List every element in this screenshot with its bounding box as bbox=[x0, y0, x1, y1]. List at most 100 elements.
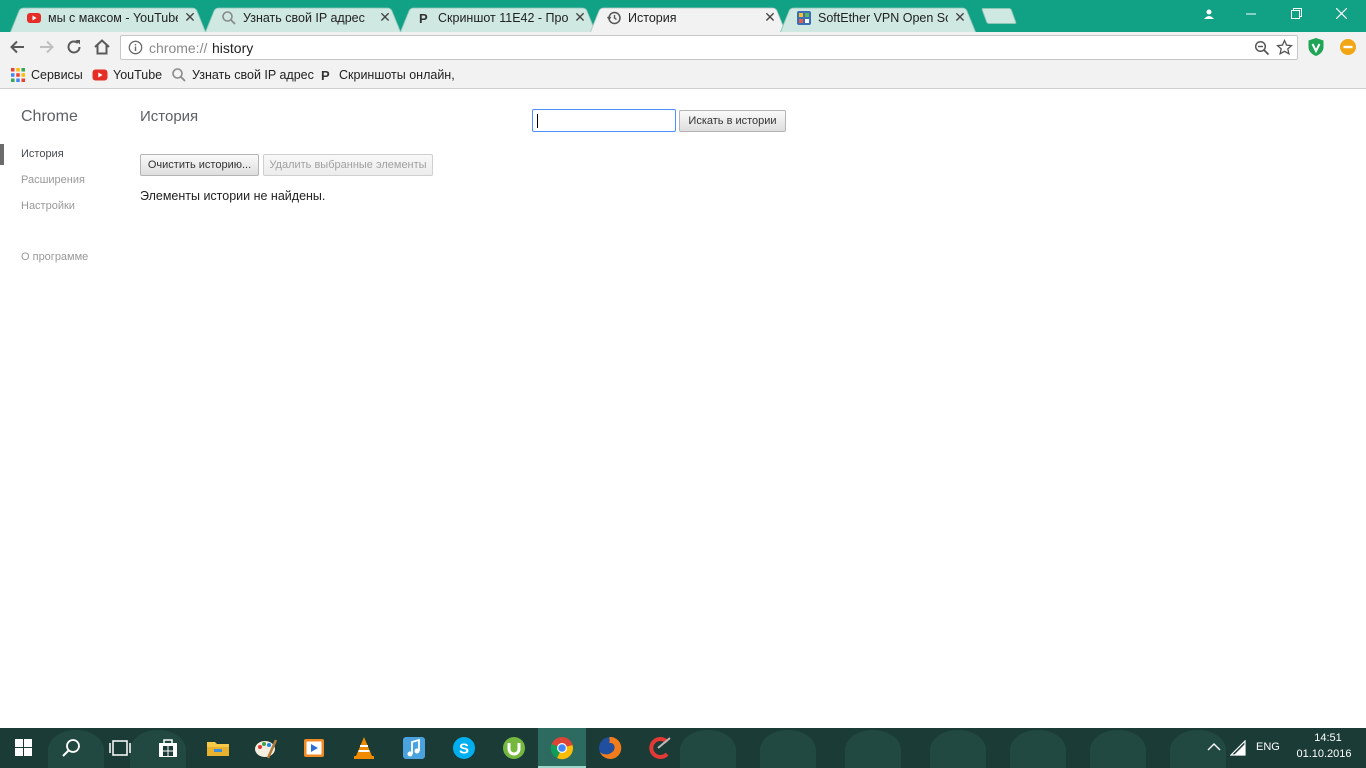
taskbar-chrome[interactable] bbox=[538, 728, 586, 768]
paint-icon bbox=[255, 739, 278, 759]
url-scheme: chrome:// bbox=[149, 40, 208, 56]
url-path: history bbox=[212, 40, 254, 56]
ccleaner-icon bbox=[649, 737, 671, 759]
profile-icon[interactable] bbox=[1186, 0, 1232, 28]
shield-extension-icon[interactable] bbox=[1307, 37, 1325, 57]
bookmark-label: Узнать свой IP адрес bbox=[192, 68, 314, 82]
start-icon bbox=[15, 739, 32, 756]
minimize-button[interactable] bbox=[1228, 0, 1274, 28]
bookmark-label: Сервисы bbox=[31, 68, 83, 82]
bookmark-label: Скриншоты онлайн, с bbox=[339, 68, 454, 82]
taskbar-paint[interactable] bbox=[242, 728, 290, 768]
taskbar-search[interactable] bbox=[48, 728, 96, 768]
menu-update-icon[interactable] bbox=[1339, 38, 1357, 56]
p-letter-icon: P bbox=[419, 11, 428, 26]
tab-screenshot[interactable]: P Скриншот 11E42 - Прос ✕ bbox=[400, 4, 596, 32]
page-title: История bbox=[140, 108, 199, 125]
clear-history-button[interactable]: Очистить историю... bbox=[140, 154, 259, 176]
sidebar-item-settings[interactable]: Настройки bbox=[21, 200, 75, 212]
wallpaper-owl bbox=[1090, 730, 1146, 768]
sidebar-item-history[interactable]: История bbox=[21, 148, 64, 160]
media-player-icon bbox=[304, 739, 324, 757]
taskbar-music-app[interactable] bbox=[390, 728, 438, 768]
taskbar-skype[interactable]: S bbox=[440, 728, 488, 768]
close-icon[interactable]: ✕ bbox=[762, 9, 778, 25]
wallpaper-owl bbox=[1010, 730, 1066, 768]
tab-ip-address[interactable]: Узнать свой IP адрес ✕ bbox=[205, 4, 401, 32]
close-icon[interactable]: ✕ bbox=[572, 9, 588, 25]
tab-strip: мы с максом - YouTube ✕ Узнать свой IP а… bbox=[0, 0, 1366, 32]
clock-time[interactable]: 14:51 bbox=[1300, 732, 1356, 744]
address-bar[interactable]: chrome:// history bbox=[120, 35, 1298, 60]
tab-softether[interactable]: SoftEther VPN Open Sou ✕ bbox=[780, 4, 976, 32]
task-view-button[interactable] bbox=[96, 728, 144, 768]
task-view-icon bbox=[109, 740, 131, 756]
vlc-icon bbox=[354, 737, 374, 759]
clock-date[interactable]: 01.10.2016 bbox=[1294, 748, 1354, 760]
wallpaper-owl bbox=[845, 730, 901, 768]
youtube-icon bbox=[27, 13, 41, 23]
close-icon[interactable]: ✕ bbox=[182, 9, 198, 25]
youtube-icon bbox=[92, 69, 108, 81]
skype-icon: S bbox=[453, 737, 475, 759]
bookmark-star-icon[interactable] bbox=[1276, 39, 1293, 56]
taskbar-vlc[interactable] bbox=[340, 728, 388, 768]
bookmark-services[interactable]: Сервисы bbox=[10, 67, 83, 85]
taskbar-store[interactable] bbox=[144, 728, 192, 768]
chevron-up-icon[interactable] bbox=[1207, 742, 1221, 752]
wallpaper-owl bbox=[760, 730, 816, 768]
taskbar-firefox[interactable] bbox=[586, 728, 634, 768]
close-icon[interactable]: ✕ bbox=[377, 9, 393, 25]
remove-selected-button: Удалить выбранные элементы bbox=[263, 154, 433, 176]
firefox-icon bbox=[599, 736, 622, 759]
history-page: Chrome История Расширения Настройки О пр… bbox=[0, 90, 1366, 728]
tab-title: мы с максом - YouTube bbox=[48, 11, 178, 25]
store-icon bbox=[159, 739, 177, 757]
file-explorer-icon bbox=[207, 742, 229, 756]
bookmark-ip-address[interactable]: Узнать свой IP адрес bbox=[171, 67, 314, 85]
tab-title: История bbox=[628, 11, 677, 25]
bookmark-youtube[interactable]: YouTube bbox=[92, 67, 162, 85]
browser-toolbar: chrome:// history bbox=[0, 32, 1366, 62]
restore-button[interactable] bbox=[1273, 0, 1319, 28]
softether-icon bbox=[797, 11, 811, 25]
zoom-icon[interactable] bbox=[1254, 40, 1270, 56]
svg-text:S: S bbox=[459, 741, 469, 758]
bookmarks-bar: Сервисы YouTube Узнать свой IP адрес P Ск… bbox=[0, 62, 1366, 89]
wifi-icon[interactable] bbox=[1230, 740, 1248, 756]
taskbar-ccleaner[interactable] bbox=[636, 728, 684, 768]
history-search-input[interactable] bbox=[532, 109, 676, 132]
close-icon[interactable]: ✕ bbox=[952, 9, 968, 25]
search-history-button[interactable]: Искать в истории bbox=[679, 110, 786, 132]
language-indicator[interactable]: ENG bbox=[1256, 741, 1280, 753]
tab-title: Узнать свой IP адрес bbox=[243, 11, 365, 25]
tab-title: Скриншот 11E42 - Прос bbox=[438, 11, 568, 25]
start-button[interactable] bbox=[0, 728, 48, 768]
tab-youtube[interactable]: мы с максом - YouTube ✕ bbox=[10, 4, 206, 32]
reload-icon[interactable] bbox=[63, 36, 85, 58]
home-icon[interactable] bbox=[91, 36, 113, 58]
apps-grid-icon bbox=[11, 67, 25, 82]
wallpaper-owl bbox=[930, 730, 986, 768]
forward-icon[interactable] bbox=[35, 36, 57, 58]
tab-title: SoftEther VPN Open Sou bbox=[818, 11, 948, 25]
close-window-button[interactable] bbox=[1318, 0, 1364, 28]
sidebar-item-extensions[interactable]: Расширения bbox=[21, 174, 85, 186]
info-icon[interactable] bbox=[128, 40, 143, 55]
empty-history-message: Элементы истории не найдены. bbox=[140, 189, 326, 203]
taskbar-utorrent[interactable] bbox=[490, 728, 538, 768]
sidebar-title: Chrome bbox=[21, 108, 78, 125]
utorrent-icon bbox=[503, 737, 525, 759]
taskbar-file-explorer[interactable] bbox=[194, 728, 242, 768]
p-letter-icon: P bbox=[321, 68, 330, 83]
search-icon bbox=[172, 67, 186, 82]
back-icon[interactable] bbox=[7, 36, 29, 58]
tab-history[interactable]: История ✕ bbox=[590, 4, 786, 32]
taskbar-media-player[interactable] bbox=[290, 728, 338, 768]
new-tab-button[interactable] bbox=[981, 8, 1017, 24]
bookmark-screenshots[interactable]: P Скриншоты онлайн, с bbox=[318, 67, 454, 85]
taskbar: S ENG 14:51 01.10.2016 bbox=[0, 728, 1366, 768]
bookmark-label: YouTube bbox=[113, 68, 163, 82]
sidebar-item-about[interactable]: О программе bbox=[21, 251, 88, 263]
svg-text:P: P bbox=[321, 68, 330, 83]
